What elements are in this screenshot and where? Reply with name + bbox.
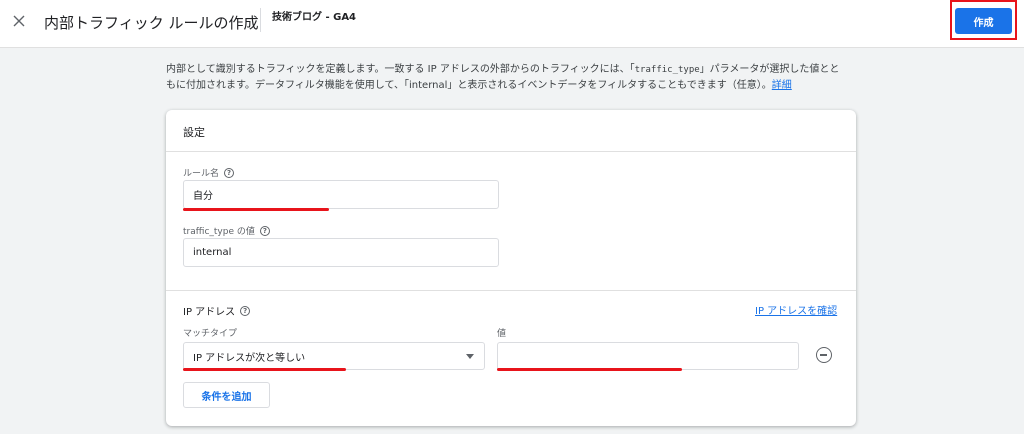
ip-section-title-text: IP アドレス	[183, 307, 236, 318]
rule-name-input[interactable]: 自分	[183, 180, 499, 209]
help-icon[interactable]: ?	[240, 305, 251, 316]
description-text-2: 」パラメータが選択した値とと	[699, 64, 840, 75]
ip-value-input[interactable]	[497, 342, 799, 370]
help-icon[interactable]: ?	[224, 167, 235, 178]
confirm-ip-link[interactable]: IP アドレスを確認	[755, 302, 837, 317]
traffic-type-value: internal	[193, 247, 232, 258]
ip-section-title: IP アドレス ?	[183, 303, 251, 318]
match-type-value: IP アドレスが次と等しい	[193, 352, 306, 364]
settings-card: 設定 ルール名 ? 自分 traffic_type の値 ? internal …	[166, 110, 856, 426]
traffic-type-input[interactable]: internal	[183, 238, 499, 267]
description-text-1: 内部として識別するトラフィックを定義します。一致する IP アドレスの外部からの…	[166, 64, 635, 75]
learn-more-link[interactable]: 詳細	[772, 80, 792, 91]
ip-value-underline-annotation	[497, 368, 682, 371]
page-title: 内部トラフィック ルールの作成	[44, 14, 259, 32]
match-type-select[interactable]: IP アドレスが次と等しい	[183, 342, 485, 370]
rule-name-value: 自分	[193, 191, 213, 202]
property-name: 技術ブログ - GA4	[272, 12, 357, 23]
section-divider	[166, 290, 856, 291]
rule-name-underline-annotation	[183, 208, 329, 211]
rule-name-label-text: ルール名	[183, 169, 220, 179]
create-button[interactable]: 作成	[955, 8, 1012, 34]
remove-condition-icon[interactable]	[816, 347, 832, 363]
match-type-label: マッチタイプ	[183, 329, 238, 339]
chevron-down-icon	[466, 354, 474, 359]
rule-name-label: ルール名 ?	[183, 166, 235, 179]
traffic-type-label: traffic_type の値 ?	[183, 224, 270, 237]
add-condition-button[interactable]: 条件を追加	[183, 382, 270, 408]
value-label: 値	[497, 329, 507, 339]
traffic-type-label-text: traffic_type の値	[183, 227, 255, 237]
help-icon[interactable]: ?	[259, 225, 270, 236]
card-header: 設定	[166, 110, 856, 152]
description-code: traffic_type	[634, 65, 700, 75]
create-button-highlight: 作成	[950, 0, 1017, 40]
top-bar: 内部トラフィック ルールの作成 技術ブログ - GA4 作成	[0, 0, 1024, 48]
description-text-3: もに付加されます。データフィルタ機能を使用して、「internal」と表示される…	[166, 80, 772, 91]
match-type-underline-annotation	[183, 368, 346, 371]
close-icon[interactable]	[10, 12, 28, 30]
card-title: 設定	[183, 126, 205, 139]
description: 内部として識別するトラフィックを定義します。一致する IP アドレスの外部からの…	[166, 62, 866, 94]
header-divider	[260, 8, 261, 32]
